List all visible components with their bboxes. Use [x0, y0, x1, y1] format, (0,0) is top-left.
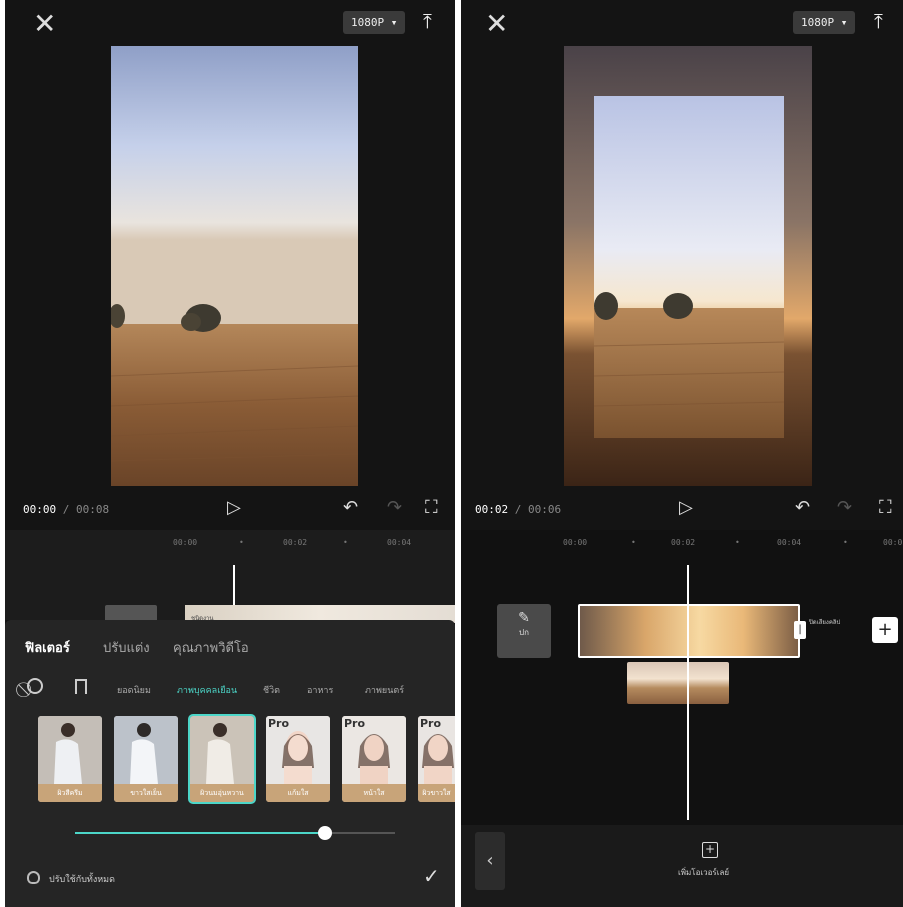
apply-to-all-label[interactable]: ปรับใช้กับทั้งหมด [49, 872, 115, 886]
model-image [114, 716, 178, 784]
pro-badge: Pro [268, 717, 290, 730]
video-preview [109, 46, 359, 486]
filter-label: ขาวใสเย็น [114, 784, 178, 802]
editor-screen-overlay: ✕ 1080P ▾ ⤒ 00:02 / 00:06 ▷ ↶ ↷ ⛶ 00:00 … [461, 0, 903, 907]
ruler-dot: • [631, 538, 636, 547]
ruler-tick: 00:00 [173, 538, 198, 547]
redo-icon[interactable]: ↷ [837, 497, 852, 518]
overlay-clip[interactable] [627, 662, 729, 704]
current-time: 00:00 [23, 503, 57, 516]
redo-icon[interactable]: ↷ [387, 497, 402, 518]
export-icon[interactable]: ⤒ [874, 9, 883, 33]
filter-thumbnail-selected[interactable]: ผิวนมอุ่นหวาน [188, 714, 256, 804]
tab-adjust[interactable]: ปรับแต่ง [103, 637, 150, 658]
cover-label: ปก [519, 628, 529, 637]
ruler-tick: 00:0 [883, 538, 903, 547]
bookmark-icon[interactable] [75, 679, 87, 694]
playback-time: 00:02 / 00:06 [475, 503, 561, 516]
resolution-button[interactable]: 1080P ▾ [343, 11, 406, 34]
ruler-tick: 00:02 [671, 538, 696, 547]
ruler-tick: 00:02 [283, 538, 308, 547]
landscape-image [109, 46, 359, 486]
video-preview [564, 46, 812, 486]
ruler-dot: • [735, 538, 740, 547]
pro-badge: Pro [344, 717, 366, 730]
close-icon[interactable]: ✕ [33, 10, 56, 38]
back-chevron-icon[interactable]: ‹ [475, 832, 505, 890]
filter-sheet: ฟิลเตอร์ ปรับแต่ง คุณภาพวิดีโอ ⃠ ยอดนิยม… [5, 620, 455, 907]
pro-badge: Pro [420, 717, 442, 730]
add-clip-button[interactable]: + [872, 617, 898, 643]
fullscreen-icon[interactable]: ⛶ [425, 497, 438, 518]
intensity-slider-knob[interactable] [317, 826, 332, 840]
filter-thumbnail[interactable]: ผิวสีครีม [38, 716, 102, 802]
confirm-check-icon[interactable]: ✓ [423, 864, 440, 888]
ruler-tick: 00:00 [563, 538, 588, 547]
edit-pen-icon: ✎ [518, 610, 530, 626]
category-portrait[interactable]: ภาพบุคคลเยือน [177, 683, 237, 697]
tab-video-quality[interactable]: คุณภาพวิดีโอ [173, 637, 249, 658]
ruler-dot: • [239, 538, 244, 547]
fullscreen-icon[interactable]: ⛶ [879, 497, 892, 518]
filter-label: หน้าใส [342, 784, 406, 802]
filter-thumbnail[interactable]: Pro หน้าใส [342, 716, 406, 802]
tab-filters[interactable]: ฟิลเตอร์ [25, 637, 70, 658]
export-icon[interactable]: ⤒ [423, 9, 432, 33]
overlay-preview-image [564, 46, 812, 486]
ruler-dot: • [843, 538, 848, 547]
current-time: 00:02 [475, 503, 509, 516]
category-life[interactable]: ชีวิต [263, 683, 280, 697]
clip-handle[interactable]: | [794, 621, 806, 639]
mute-clip-label[interactable]: ปิดเสียงคลิป [809, 617, 840, 627]
resolution-button[interactable]: 1080P ▾ [793, 11, 856, 34]
main-video-clip[interactable] [578, 604, 800, 658]
add-overlay-icon[interactable]: + [702, 842, 718, 858]
category-food[interactable]: อาหาร [307, 683, 333, 697]
no-filter-icon[interactable] [27, 678, 43, 694]
cover-button[interactable]: ✎ ปก [497, 604, 551, 658]
playhead[interactable] [687, 565, 689, 820]
ruler-tick: 00:04 [777, 538, 802, 547]
play-icon[interactable]: ▷ [227, 497, 241, 518]
add-overlay-label[interactable]: เพิ่มโอเวอร์เลย์ [678, 866, 729, 879]
play-icon[interactable]: ▷ [679, 497, 693, 518]
editor-screen-filters: ✕ 1080P ▾ ⤒ 00:00 / 00:08 ▷ ↶ ↷ ⛶ 00:00 … [5, 0, 455, 907]
filter-thumbnail[interactable]: Pro แก้มใส [266, 716, 330, 802]
filter-label: ผิวสีครีม [38, 784, 102, 802]
ruler-dot: • [343, 538, 348, 547]
model-image [38, 716, 102, 784]
total-time: / 00:08 [56, 503, 110, 516]
ruler-tick: 00:04 [387, 538, 412, 547]
intensity-slider-fill [75, 832, 325, 834]
undo-icon[interactable]: ↶ [795, 497, 810, 518]
category-movie[interactable]: ภาพยนตร์ [365, 683, 404, 697]
category-popular[interactable]: ยอดนิยม [117, 683, 151, 697]
playback-time: 00:00 / 00:08 [23, 503, 109, 516]
total-time: / 00:06 [508, 503, 562, 516]
model-image [190, 716, 254, 784]
filter-label: ผิวนมอุ่นหวาน [190, 784, 254, 802]
filter-thumbnail[interactable]: ขาวใสเย็น [114, 716, 178, 802]
filter-label: แก้มใส [266, 784, 330, 802]
filter-thumbnail[interactable]: Pro ผิวขาวใส [418, 716, 455, 802]
apply-all-icon[interactable] [27, 871, 40, 884]
filter-label: ผิวขาวใส [418, 784, 455, 802]
undo-icon[interactable]: ↶ [343, 497, 358, 518]
close-icon[interactable]: ✕ [485, 10, 508, 38]
